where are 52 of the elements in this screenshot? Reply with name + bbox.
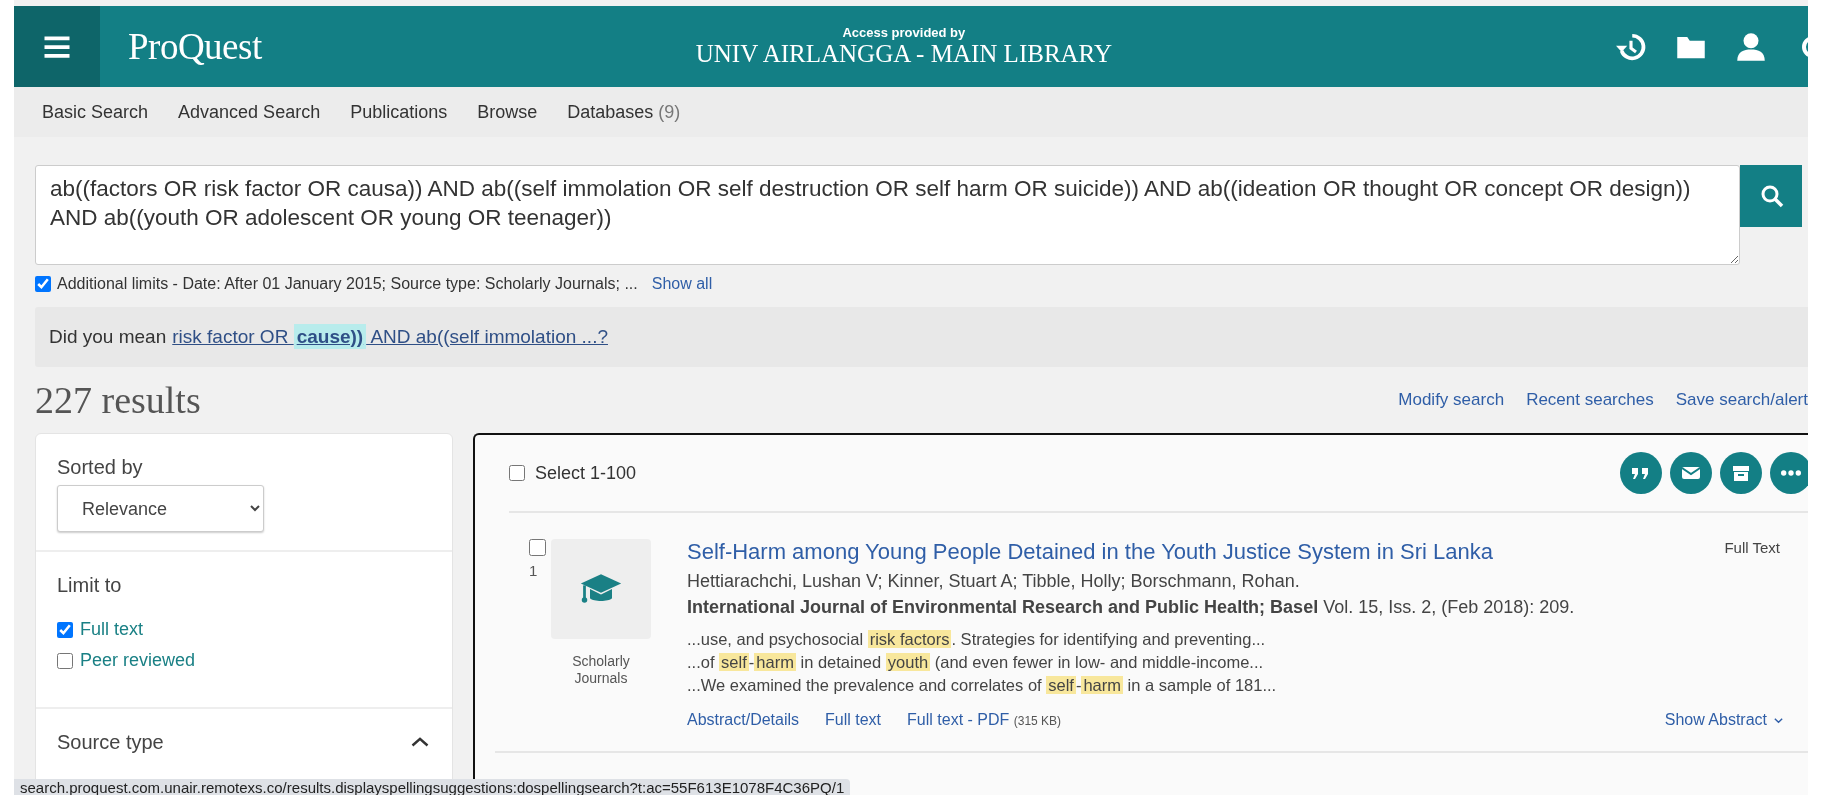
results-count: 227 results [35, 378, 202, 422]
email-button[interactable] [1670, 452, 1712, 494]
access-label: Access provided by [842, 25, 966, 40]
limit-label[interactable]: Peer reviewed [80, 650, 196, 671]
limit-heading: Limit to [57, 574, 123, 597]
show-all-link[interactable]: Show all [651, 275, 713, 293]
save-button[interactable] [1720, 452, 1762, 494]
action-link[interactable]: Save search/alert [1675, 390, 1808, 410]
select-all-label[interactable]: Select 1-100 [535, 462, 637, 484]
search-field[interactable]: ab((factors OR risk factor OR causa)) AND ab((self immolation OR self destruction OR self harm OR suicide)) AND ab((ideation OR thought OR concept OR design)) AND ab((youth OR adolescent OR young OR teenager)) [35, 165, 1740, 265]
result-link[interactable]: Full text [825, 711, 882, 729]
proquest-logo[interactable]: ProQuest [128, 25, 262, 68]
limit-checkbox[interactable] [57, 652, 73, 669]
search-button[interactable] [1740, 165, 1802, 227]
cite-button[interactable] [1620, 452, 1662, 494]
more-button[interactable] [1770, 452, 1808, 494]
menu-button[interactable] [14, 6, 100, 87]
show-abstract-link[interactable]: Show Abstract [1664, 711, 1784, 729]
source-type-label: Scholarly Journals [571, 653, 631, 687]
nav-link[interactable]: Advanced Search [178, 101, 321, 123]
search-icon [1760, 184, 1784, 208]
snippet-text: ...use, and psychosocial risk factors. Strategies for identifying and preventing... [687, 629, 1267, 650]
snippet-text: ...We examined the prevalence and correlates of self-harm in a sample of 181... [687, 675, 1278, 696]
limit-label[interactable]: Full text [80, 619, 144, 640]
result-link[interactable]: Abstract/Details [687, 711, 800, 729]
pdf-link[interactable]: Full text - PDF (315 KB) [907, 711, 1062, 729]
sort-label: Sorted by [57, 456, 144, 479]
history-icon[interactable] [1616, 31, 1646, 62]
publication-text: International Journal of Environmental Research and Public Health; Basel Vol. 15, Iss. 2, (Feb 2018): 209. [687, 597, 1576, 618]
action-link[interactable]: Modify search [1398, 390, 1505, 410]
sort-select[interactable]: Relevance [57, 485, 264, 532]
result-title[interactable]: Self-Harm among Young People Detained in the Youth Justice System in Sri Lanka [687, 539, 1493, 565]
nav-link[interactable]: Basic Search [42, 101, 149, 123]
limits-checkbox[interactable] [35, 276, 51, 292]
suggestion-link[interactable]: risk factor OR cause)) AND ab((self immolation ...? [172, 326, 608, 348]
limits-text: Additional limits - Date: After 01 January 2015; Source type: Scholarly Journals; ... [57, 275, 638, 293]
select-all-checkbox[interactable] [509, 465, 525, 481]
nav-link[interactable]: Publications [350, 101, 448, 123]
limit-checkbox[interactable] [57, 621, 73, 638]
action-link[interactable]: Recent searches [1526, 390, 1654, 410]
institution-name: UNIV AIRLANGGA - MAIN LIBRARY [695, 40, 1112, 68]
more-icon [1781, 470, 1801, 476]
full-text-label: Full Text [1724, 539, 1780, 558]
result-checkbox[interactable] [529, 539, 546, 556]
did-you-mean-text: Did you mean [49, 326, 167, 348]
nav-link[interactable]: Browse [477, 101, 538, 123]
source-type-heading[interactable]: Source type [57, 731, 164, 754]
user-icon[interactable] [1736, 31, 1766, 62]
snippet-text: ...of self-harm in detained youth (and even fewer in low- and middle-income... [687, 652, 1265, 673]
nav-link[interactable]: Databases (9) [567, 101, 681, 123]
authors-text: Hettiarachchi, Lushan V; Kinner, Stuart A; Tibble, Holly; Borschmann, Rohan. [687, 571, 1301, 592]
result-number: 1 [529, 562, 539, 579]
